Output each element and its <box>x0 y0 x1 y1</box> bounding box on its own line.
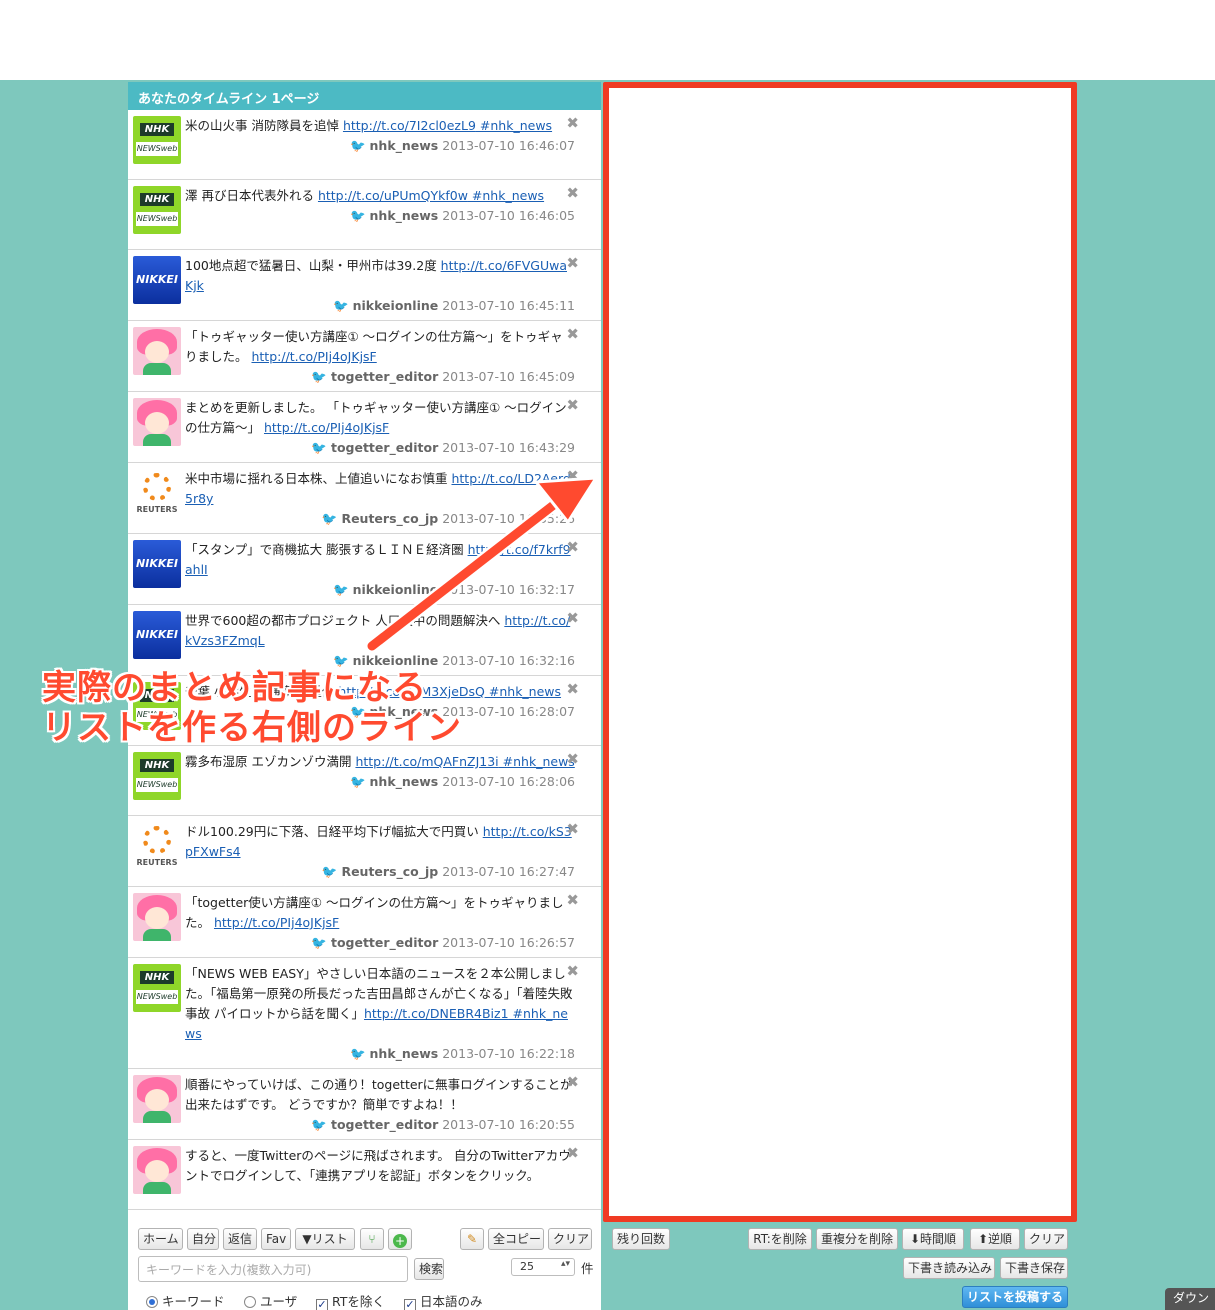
annotation-line-2: リストを作る右側のライン <box>42 708 462 748</box>
annotation-text: 実際のまとめ記事になる リストを作る右側のライン <box>42 668 462 748</box>
annotation-line-1: 実際のまとめ記事になる <box>42 668 427 708</box>
download-tab[interactable]: ダウン <box>1165 1288 1215 1310</box>
annotation-arrow-icon <box>365 476 599 653</box>
